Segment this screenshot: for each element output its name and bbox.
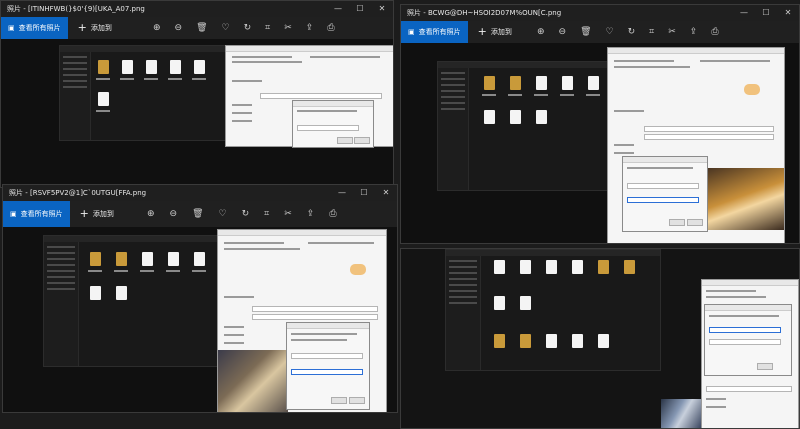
delete-icon[interactable]: 🗑 (580, 27, 591, 37)
zoom-in-icon[interactable]: ⊕ (147, 209, 155, 219)
view-all-photos-button[interactable]: ▣ 查看所有照片 (401, 21, 468, 43)
plus-icon: + (477, 25, 487, 38)
crop-icon[interactable]: ⌗ (649, 27, 654, 37)
photos-icon: ▣ (10, 210, 17, 218)
properties-dialog (225, 45, 393, 148)
add-to-label: 添加到 (90, 24, 112, 32)
plus-icon: + (79, 207, 89, 220)
rotate-icon[interactable]: ↻ (628, 27, 636, 37)
edit-icon[interactable]: ✂ (284, 209, 292, 219)
window-title: 照片 - [ITINHFWB(}$0'{9)[UKA_A07.png (7, 5, 145, 13)
zoom-in-icon[interactable]: ⊕ (153, 23, 161, 33)
explorer-screenshot (445, 249, 661, 371)
input-dialog (622, 156, 708, 232)
toolbar-icons: ⊕ ⊖ 🗑 ♡ ↻ ⌗ ✂ ⇪ ⎙ (537, 27, 719, 37)
minimize-button[interactable]: — (327, 1, 349, 17)
explorer-screenshot (43, 235, 221, 367)
toolbar-icons: ⊕ ⊖ 🗑 ♡ ↻ ⌗ ✂ ⇪ ⎙ (147, 209, 337, 219)
close-button[interactable]: ✕ (777, 5, 799, 21)
explorer-screenshot (59, 45, 227, 141)
add-to-button[interactable]: + 添加到 (477, 25, 512, 38)
share-icon[interactable]: ⇪ (690, 27, 698, 37)
view-all-label: 查看所有照片 (418, 28, 461, 36)
photos-window-1: 照片 - [ITINHFWB(}$0'{9)[UKA_A07.png — ☐ ✕… (0, 0, 394, 188)
window-controls: — ☐ ✕ (331, 185, 397, 201)
maximize-button[interactable]: ☐ (349, 1, 371, 17)
print-icon[interactable]: ⎙ (329, 209, 336, 219)
favorite-icon[interactable]: ♡ (222, 23, 230, 33)
window-title: 照片 - BCWG@DH~HSOI2D07M%OUN[C.png (407, 9, 562, 17)
minimize-button[interactable]: — (733, 5, 755, 21)
favorite-icon[interactable]: ♡ (219, 209, 227, 219)
properties-dialog (607, 47, 785, 243)
edit-icon[interactable]: ✂ (284, 23, 292, 33)
minimize-button[interactable]: — (331, 185, 353, 201)
zoom-out-icon[interactable]: ⊖ (175, 23, 183, 33)
add-to-button[interactable]: + 添加到 (77, 21, 112, 34)
crop-icon[interactable]: ⌗ (265, 23, 270, 33)
zoom-in-icon[interactable]: ⊕ (537, 27, 545, 37)
toolbar: ▣ 查看所有照片 + 添加到 ⊕ ⊖ 🗑 ♡ ↻ ⌗ ✂ ⇪ ⎙ (1, 17, 393, 39)
photos-window-4 (400, 248, 800, 429)
close-button[interactable]: ✕ (371, 1, 393, 17)
favorite-icon[interactable]: ♡ (606, 27, 614, 37)
window-controls: — ☐ ✕ (327, 1, 393, 17)
delete-icon[interactable]: 🗑 (196, 23, 207, 33)
toolbar-icons: ⊕ ⊖ 🗑 ♡ ↻ ⌗ ✂ ⇪ ⎙ (153, 23, 335, 33)
view-all-label: 查看所有照片 (18, 24, 61, 32)
properties-dialog (217, 229, 387, 412)
photos-icon: ▣ (408, 28, 415, 36)
view-all-photos-button[interactable]: ▣ 查看所有照片 (1, 17, 68, 39)
photos-window-3: 照片 - [RSVF5PV2@1]C`0UTGU[FFA.png — ☐ ✕ ▣… (2, 184, 398, 413)
add-to-label: 添加到 (490, 28, 512, 36)
photos-window-2: 照片 - BCWG@DH~HSOI2D07M%OUN[C.png — ☐ ✕ ▣… (400, 4, 800, 244)
title-bar[interactable]: 照片 - [RSVF5PV2@1]C`0UTGU[FFA.png — ☐ ✕ (3, 185, 397, 201)
plus-icon: + (77, 21, 87, 34)
window-title: 照片 - [RSVF5PV2@1]C`0UTGU[FFA.png (9, 189, 147, 197)
explorer-screenshot (437, 61, 609, 191)
close-button[interactable]: ✕ (375, 185, 397, 201)
view-all-photos-button[interactable]: ▣ 查看所有照片 (3, 201, 70, 227)
print-icon[interactable]: ⎙ (711, 27, 718, 37)
add-to-button[interactable]: + 添加到 (79, 207, 114, 220)
input-dialog (286, 322, 370, 410)
crop-icon[interactable]: ⌗ (264, 209, 269, 219)
share-icon[interactable]: ⇪ (306, 23, 314, 33)
photo-viewport (401, 43, 799, 243)
edit-icon[interactable]: ✂ (668, 27, 676, 37)
view-all-label: 查看所有照片 (20, 210, 63, 218)
print-icon[interactable]: ⎙ (327, 23, 334, 33)
photos-icon: ▣ (8, 24, 15, 32)
rotate-icon[interactable]: ↻ (244, 23, 252, 33)
maximize-button[interactable]: ☐ (353, 185, 375, 201)
zoom-out-icon[interactable]: ⊖ (170, 209, 178, 219)
add-to-label: 添加到 (92, 210, 114, 218)
maximize-button[interactable]: ☐ (755, 5, 777, 21)
title-bar[interactable]: 照片 - [ITINHFWB(}$0'{9)[UKA_A07.png — ☐ ✕ (1, 1, 393, 17)
toolbar: ▣ 查看所有照片 + 添加到 ⊕ ⊖ 🗑 ♡ ↻ ⌗ ✂ ⇪ ⎙ (3, 201, 397, 227)
share-icon[interactable]: ⇪ (307, 209, 315, 219)
input-dialog (704, 304, 792, 376)
input-dialog (292, 100, 374, 148)
delete-icon[interactable]: 🗑 (192, 209, 203, 219)
title-bar[interactable]: 照片 - BCWG@DH~HSOI2D07M%OUN[C.png — ☐ ✕ (401, 5, 799, 21)
rotate-icon[interactable]: ↻ (242, 209, 250, 219)
toolbar: ▣ 查看所有照片 + 添加到 ⊕ ⊖ 🗑 ♡ ↻ ⌗ ✂ ⇪ ⎙ (401, 21, 799, 43)
photo-viewport (1, 39, 393, 187)
zoom-out-icon[interactable]: ⊖ (559, 27, 567, 37)
window-controls: — ☐ ✕ (733, 5, 799, 21)
properties-dialog (701, 279, 799, 428)
photo-viewport (3, 227, 397, 412)
